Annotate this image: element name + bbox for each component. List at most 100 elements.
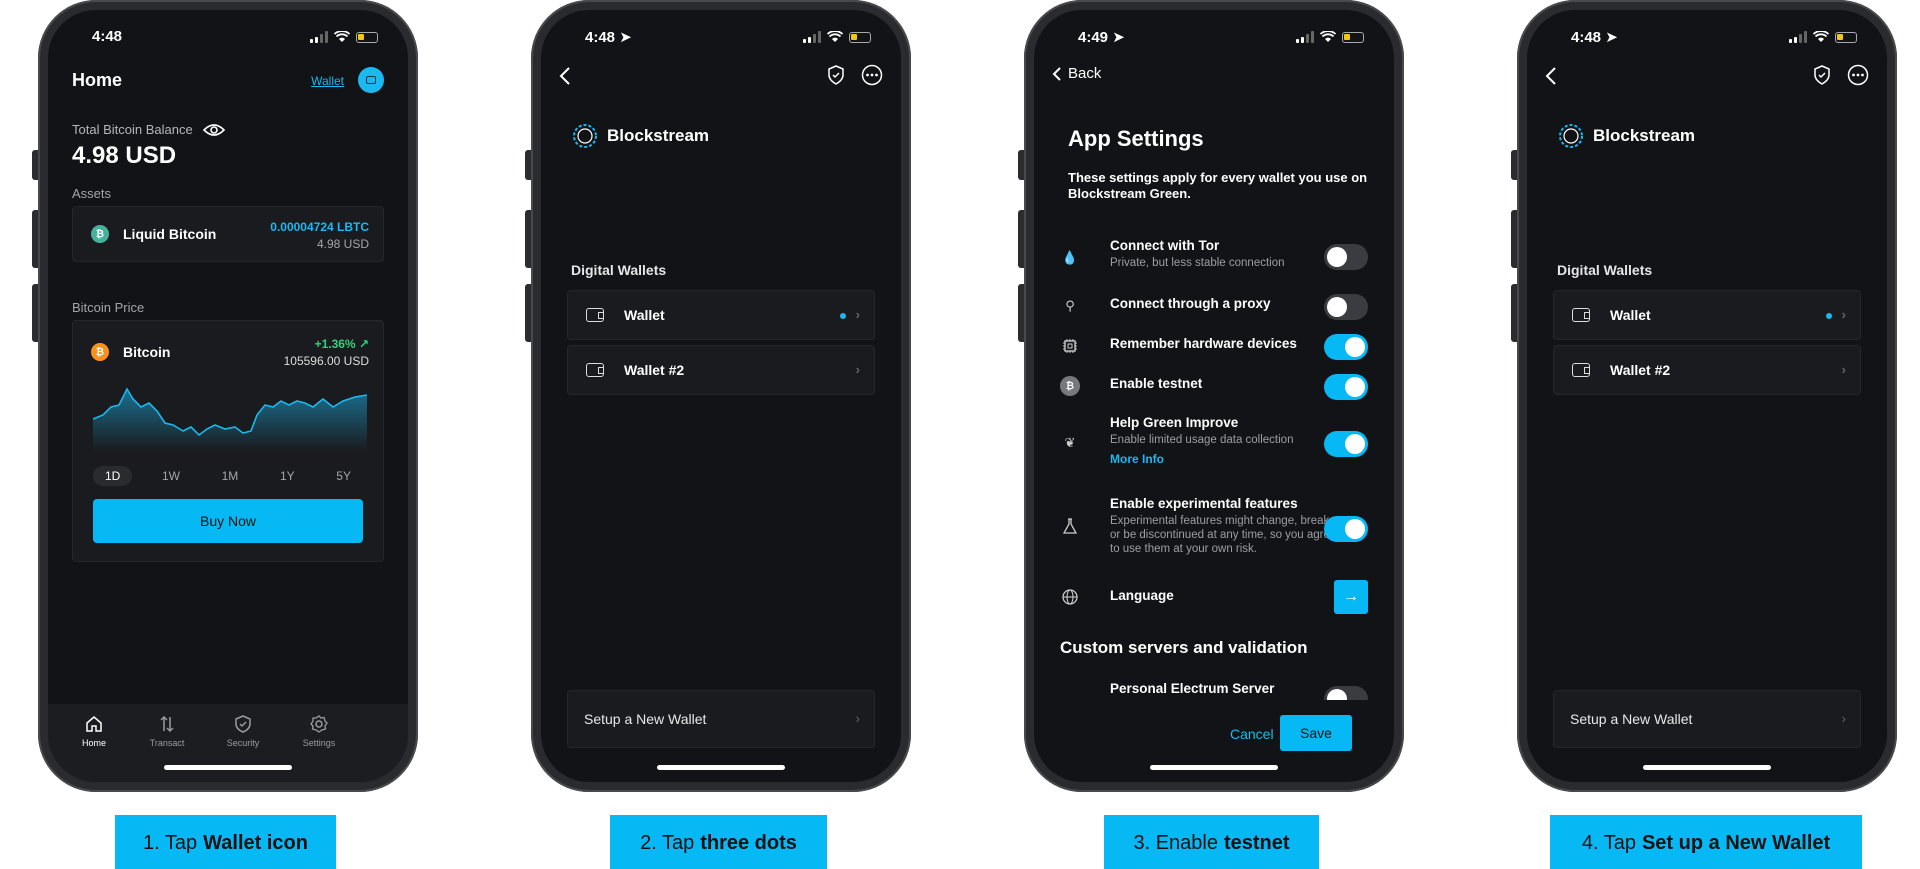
setting-language: Language → <box>1060 580 1368 614</box>
phone-home: 4:48 Home Wallet Total Bitcoin Balance 4… <box>32 0 418 792</box>
wallet-icon <box>1572 363 1590 377</box>
blockstream-logo: Blockstream <box>1557 122 1695 150</box>
cancel-button[interactable]: Cancel <box>1230 726 1274 742</box>
signal-icon <box>1789 31 1807 43</box>
chevron-right-icon: › <box>1841 307 1846 322</box>
range-1m[interactable]: 1M <box>210 466 251 486</box>
setting-title: Connect through a proxy <box>1110 296 1271 311</box>
testnet-toggle[interactable] <box>1324 374 1368 400</box>
eye-icon[interactable] <box>202 123 225 137</box>
price-change: +1.36% ↗ <box>314 337 369 351</box>
price-coin-name: Bitcoin <box>123 344 171 360</box>
settings-screen: 4:49 ➤ Back App Settings These settings … <box>1034 10 1394 782</box>
tab-security-label: Security <box>226 738 260 748</box>
wallet-name: Wallet <box>1610 307 1651 323</box>
chip-icon <box>1060 336 1080 356</box>
wallet-icon[interactable] <box>358 67 384 93</box>
setting-title: Language <box>1110 588 1174 603</box>
caption-bold: testnet <box>1223 831 1290 854</box>
caption-bold: Set up a New Wallet <box>1641 831 1831 854</box>
home-indicator <box>657 765 785 770</box>
tab-settings[interactable]: Settings <box>284 714 354 748</box>
wallet-row-2[interactable]: Wallet #2 › <box>567 345 875 395</box>
experimental-toggle[interactable] <box>1324 516 1368 542</box>
range-1y[interactable]: 1Y <box>268 466 307 486</box>
digital-wallets-label: Digital Wallets <box>571 262 667 278</box>
home-indicator <box>1150 765 1278 770</box>
hardware-toggle[interactable] <box>1324 334 1368 360</box>
setting-title: Personal Electrum Server <box>1110 681 1275 696</box>
tor-toggle[interactable] <box>1324 244 1368 270</box>
caption-step-3: 3. Enable testnet <box>1104 815 1319 869</box>
caption-prefix: 1. Tap <box>143 831 198 854</box>
digital-wallets-label: Digital Wallets <box>1557 262 1653 278</box>
chevron-right-icon: › <box>855 307 860 322</box>
setting-subtitle: Experimental features might change, brea… <box>1110 515 1337 555</box>
status-time: 4:48 ➤ <box>1571 29 1618 46</box>
assets-label: Assets <box>72 186 112 201</box>
caption-step-1: 1. Tap Wallet icon <box>115 815 336 869</box>
wallet-link[interactable]: Wallet <box>311 74 344 88</box>
battery-icon <box>1835 31 1857 43</box>
brand-name: Blockstream <box>1593 126 1696 145</box>
range-5y[interactable]: 5Y <box>324 466 363 486</box>
caption-step-2: 2. Tap three dots <box>610 815 827 869</box>
wallet-row-1[interactable]: Wallet › <box>567 290 875 340</box>
back-button[interactable]: Back <box>1052 65 1101 82</box>
wallet-icon <box>586 363 604 377</box>
home-indicator <box>1643 765 1771 770</box>
three-dots-icon[interactable] <box>1847 64 1869 86</box>
setting-testnet: ₿ Enable testnet <box>1060 374 1368 404</box>
setting-subtitle: Enable limited usage data collection <box>1110 434 1294 446</box>
setting-experimental: Enable experimental features Experimenta… <box>1060 496 1368 556</box>
setting-hardware: Remember hardware devices <box>1060 334 1368 364</box>
setting-tor: 💧 Connect with Tor Private, but less sta… <box>1060 238 1368 278</box>
home-icon <box>86 716 102 732</box>
status-time: 4:48 ➤ <box>585 29 632 46</box>
language-arrow-button[interactable]: → <box>1334 580 1368 614</box>
tab-settings-label: Settings <box>302 738 336 748</box>
electrum-toggle[interactable] <box>1324 686 1368 700</box>
tab-transact[interactable]: Transact <box>132 714 202 748</box>
page-title: App Settings <box>1068 126 1204 151</box>
settings-description: These settings apply for every wallet yo… <box>1068 170 1368 201</box>
save-button[interactable]: Save <box>1280 715 1352 751</box>
wifi-icon <box>1813 31 1829 42</box>
back-chevron-icon[interactable] <box>1545 66 1557 86</box>
wallet-name: Wallet #2 <box>1610 362 1671 378</box>
wallet-icon <box>1572 308 1590 322</box>
asset-name: Liquid Bitcoin <box>123 226 217 242</box>
setup-new-wallet-row[interactable]: Setup a New Wallet › <box>1553 690 1861 748</box>
balance-label-text: Total Bitcoin Balance <box>72 122 193 137</box>
bitcoin-icon: ₿ <box>91 343 109 361</box>
home-screen: 4:48 Home Wallet Total Bitcoin Balance 4… <box>48 10 408 782</box>
range-1d[interactable]: 1D <box>93 466 133 486</box>
setting-title: Remember hardware devices <box>1110 336 1297 351</box>
range-1w[interactable]: 1W <box>150 466 192 486</box>
wallet-row-2[interactable]: Wallet #2 › <box>1553 345 1861 395</box>
more-info-link[interactable]: More Info <box>1110 452 1164 466</box>
signal-icon <box>310 31 328 43</box>
three-dots-icon[interactable] <box>861 64 883 86</box>
signal-icon <box>1296 31 1314 43</box>
shield-check-icon[interactable] <box>827 65 845 85</box>
buy-now-button[interactable]: Buy Now <box>93 499 363 543</box>
flask-icon <box>1060 516 1080 536</box>
back-chevron-icon[interactable] <box>559 66 571 86</box>
proxy-toggle[interactable] <box>1324 294 1368 320</box>
asset-card[interactable]: ₿ Liquid Bitcoin 0.00004724 LBTC 4.98 US… <box>72 206 384 262</box>
tab-home[interactable]: Home <box>59 714 129 748</box>
wallet-row-1[interactable]: Wallet › <box>1553 290 1861 340</box>
improve-toggle[interactable] <box>1324 431 1368 457</box>
shield-icon <box>235 715 251 733</box>
setup-new-wallet-label: Setup a New Wallet <box>1570 711 1693 727</box>
caption-prefix: 4. Tap <box>1581 831 1636 854</box>
setting-proxy: ⚲ Connect through a proxy <box>1060 294 1368 324</box>
active-dot <box>1826 313 1832 319</box>
shield-check-icon[interactable] <box>1813 65 1831 85</box>
improve-icon: ❦ <box>1064 435 1076 450</box>
gear-icon <box>310 715 328 733</box>
setting-title: Connect with Tor <box>1110 238 1220 253</box>
setup-new-wallet-row[interactable]: Setup a New Wallet › <box>567 690 875 748</box>
tab-security[interactable]: Security <box>208 714 278 748</box>
